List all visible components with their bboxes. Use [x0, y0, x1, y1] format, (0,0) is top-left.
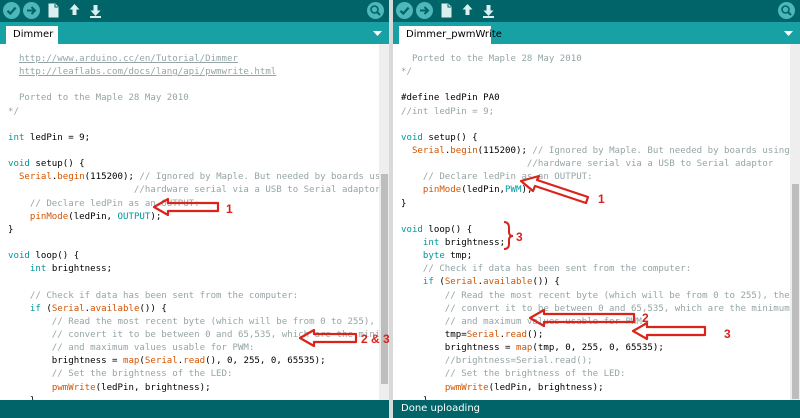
code-line: int brightness;: [29, 264, 113, 275]
left-editor-window: Dimmer § http://www.arduino.cc/en/Tutori…: [0, 0, 389, 418]
code-line: // Declare ledPin as an OUTPUT:: [401, 172, 593, 183]
scrollbar-thumb[interactable]: [792, 184, 799, 399]
code-line: http://leaflabs.com/docs/lang/api/pwmwri…: [18, 67, 277, 78]
new-icon: [441, 3, 452, 18]
code-line: //brightness=Serial.read();: [401, 356, 593, 367]
open-icon: [462, 4, 473, 15]
upload-icon: [27, 6, 37, 15]
code-line: void loop() {: [401, 224, 473, 235]
code-line: Ported to the Maple 28 May 2010: [8, 93, 189, 104]
code-editor[interactable]: http://www.arduino.cc/en/Tutorial/Dimmer…: [0, 44, 389, 406]
right-editor-window: Dimmer_pwmWrite Ported to the Maple 28 M…: [393, 0, 800, 418]
upload-button[interactable]: [23, 2, 40, 19]
code-line: brightness = map(Serial.read(), 0, 255, …: [8, 356, 326, 367]
code-line: pinMode(ledPin, OUTPUT);: [29, 211, 162, 222]
code-line: // convert it to be between 0 and 65,535…: [8, 329, 389, 340]
tab-bar: Dimmer §: [0, 22, 389, 58]
code-line: tmp=Serial.read();: [401, 329, 544, 340]
code-line: Ported to the Maple 28 May 2010: [401, 54, 582, 64]
save-button[interactable]: [480, 2, 497, 19]
save-button[interactable]: [87, 2, 104, 19]
code-line: //hardware serial via a USB to Serial ad…: [8, 185, 381, 196]
code-line: }: [8, 224, 14, 235]
code-line: */: [401, 67, 412, 78]
code-line: if (Serial.available()) {: [29, 303, 167, 314]
magnifier-icon: [370, 5, 381, 16]
serial-monitor-button[interactable]: [367, 2, 384, 19]
tab-dimmer[interactable]: Dimmer §: [6, 26, 58, 58]
code-line: // and maximum values usable for PWM:: [401, 316, 648, 327]
save-icon: [90, 5, 101, 18]
code-line: http://www.arduino.cc/en/Tutorial/Dimmer: [18, 54, 238, 64]
code-line: */: [8, 106, 19, 117]
magnifier-icon: [781, 5, 792, 16]
code-line: // Check if data has been sent from the …: [8, 290, 299, 301]
code-line: void setup() {: [401, 132, 478, 143]
vertical-scrollbar[interactable]: [379, 44, 389, 400]
code-line: // Declare ledPin as an OUTPUT:: [8, 198, 200, 209]
code-line: Serial.begin(115200); // Ignored by Mapl…: [18, 172, 389, 183]
code-line: // and maximum values usable for PWM:: [8, 343, 255, 354]
status-text: Done uploading: [401, 403, 481, 414]
code-line: // Read the most recent byte (which will…: [8, 316, 389, 327]
tab-label: Dimmer_pwmWrite: [406, 29, 502, 40]
code-line: int brightness;: [422, 237, 506, 248]
upload-icon: [420, 6, 430, 15]
code-line: // convert it to be between 0 and 65,535…: [401, 303, 790, 314]
code-line: pinMode(ledPin,PWM);: [422, 185, 533, 196]
open-button[interactable]: [459, 2, 476, 19]
status-bar: Done uploading: [393, 400, 800, 418]
tab-dimmer-pwmwrite[interactable]: Dimmer_pwmWrite: [399, 26, 502, 44]
code-line: int ledPin = 9;: [8, 132, 91, 143]
code-line: // Set the brightness of the LED:: [401, 369, 626, 380]
code-line: }: [401, 198, 407, 209]
code-line: pwmWrite(ledPin, brightness);: [51, 382, 211, 393]
code-text: Ported to the Maple 28 May 2010 */ #defin…: [401, 53, 795, 408]
code-line: pwmWrite(ledPin, brightness);: [444, 382, 604, 393]
serial-monitor-button[interactable]: [778, 2, 795, 19]
verify-icon: [399, 6, 410, 16]
save-icon: [483, 5, 494, 18]
tab-bar: Dimmer_pwmWrite: [393, 22, 800, 44]
toolbar: [393, 0, 800, 22]
open-button[interactable]: [66, 2, 83, 19]
vertical-scrollbar[interactable]: [790, 44, 800, 400]
status-bar: [0, 400, 389, 418]
code-line: brightness = map(tmp, 0, 255, 0, 65535);: [401, 343, 664, 354]
code-line: void loop() {: [8, 251, 80, 262]
code-line: // Read the most recent byte (which will…: [401, 290, 796, 301]
verify-button[interactable]: [3, 2, 20, 19]
code-line: Serial.begin(115200); // Ignored by Mapl…: [411, 145, 790, 156]
code-line: //int ledPin = 9;: [401, 106, 495, 117]
open-icon: [69, 4, 80, 15]
toolbar: [0, 0, 389, 22]
code-text: http://www.arduino.cc/en/Tutorial/Dimmer…: [8, 53, 389, 408]
scrollbar-thumb[interactable]: [381, 174, 388, 384]
code-line: #define ledPin PA0: [401, 93, 500, 104]
code-line: //hardware serial via a USB to Serial ad…: [401, 159, 774, 170]
code-line: byte tmp;: [422, 251, 473, 262]
code-line: if (Serial.available()) {: [422, 277, 560, 288]
upload-button[interactable]: [416, 2, 433, 19]
verify-icon: [6, 6, 17, 16]
code-line: void setup() {: [8, 159, 85, 170]
new-button[interactable]: [45, 2, 62, 19]
tab-menu-icon[interactable]: [372, 28, 383, 39]
new-icon: [48, 3, 59, 18]
status-text: [0, 403, 8, 414]
new-button[interactable]: [438, 2, 455, 19]
code-line: // Check if data has been sent from the …: [401, 264, 692, 275]
tab-menu-icon[interactable]: [783, 28, 794, 39]
verify-button[interactable]: [396, 2, 413, 19]
code-line: // Set the brightness of the LED:: [8, 369, 233, 380]
code-editor[interactable]: Ported to the Maple 28 May 2010 */ #defin…: [393, 44, 795, 406]
